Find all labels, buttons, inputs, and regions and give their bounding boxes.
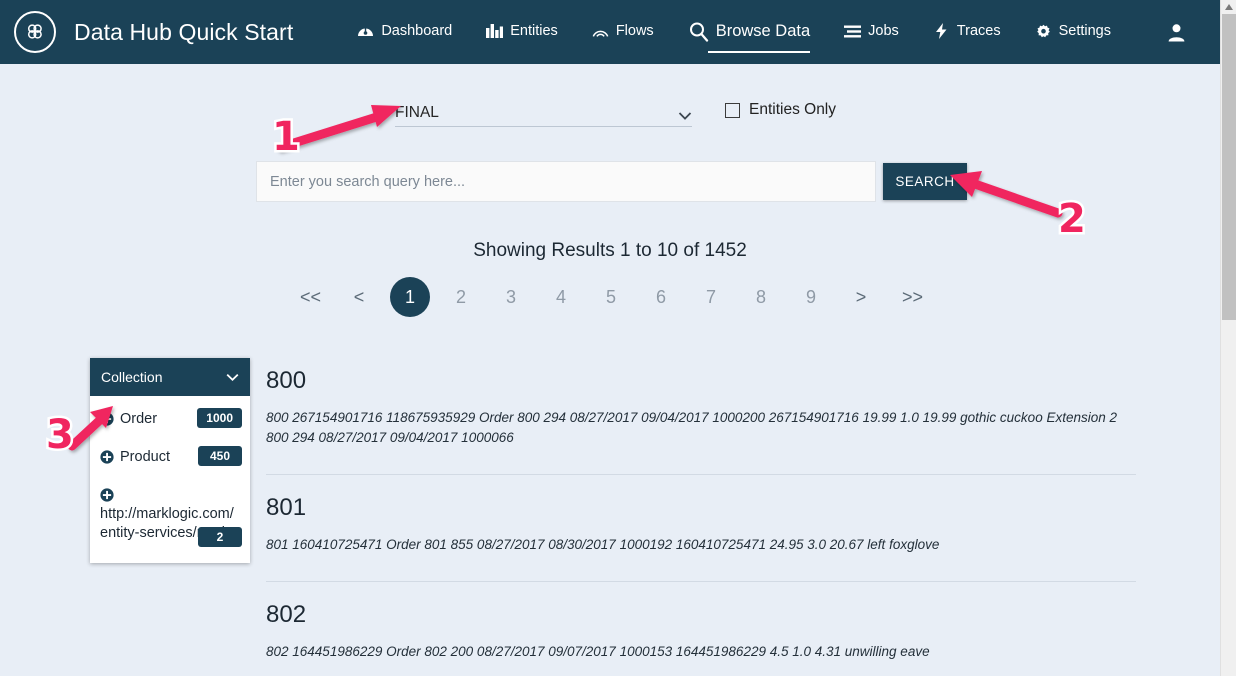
nav-label: Entities [510,23,558,39]
active-tab-underline [707,50,811,53]
top-navbar: Data Hub Quick Start Dashboard Entities … [0,0,1220,64]
facet-item-count: 450 [198,446,242,466]
entities-only-label: Entities Only [749,101,837,118]
result-snippet: 800 267154901716 118675935929 Order 800 … [266,410,1117,445]
pagination-page-3[interactable]: 3 [502,287,520,308]
facet-item-count: 2 [198,527,242,547]
traces-bolt-icon [933,23,950,40]
plus-circle-icon[interactable] [100,488,114,502]
annotation-label-1: 1 [270,114,303,160]
nav-label: Dashboard [381,23,453,39]
pagination-page-2[interactable]: 2 [452,287,470,308]
pagination-last[interactable]: >> [902,287,923,308]
nav-item-settings[interactable]: Settings [1035,23,1111,42]
result-item[interactable]: 800 800 267154901716 118675935929 Order … [266,366,1136,460]
pagination-next[interactable]: > [852,287,870,308]
entities-only-checkbox[interactable]: Entities Only [716,101,836,119]
result-title[interactable]: 801 [266,493,1136,523]
pagination-page-9[interactable]: 9 [802,287,820,308]
nav-item-flows[interactable]: Flows [592,23,654,42]
database-select-value: FINAL [395,103,439,121]
database-select[interactable]: FINAL [395,99,692,127]
facet-item-entity-services[interactable]: http://marklogic.com/entity-services/mod… [90,480,250,549]
search-results-list: 800 800 267154901716 118675935929 Order … [266,366,1136,674]
pagination-page-6[interactable]: 6 [652,287,670,308]
nav-item-jobs[interactable]: Jobs [844,23,899,42]
chevron-down-icon [678,108,692,120]
facet-item-list: Order 1000 Product 450 http://marklogic.… [90,396,250,563]
annotation-label-2: 2 [1056,196,1089,242]
showing-results-text: Showing Results 1 to 10 of 1452 [473,240,747,261]
pagination-page-5[interactable]: 5 [602,287,620,308]
nav-label: Browse Data [715,21,811,40]
caret-up-icon[interactable] [1221,0,1236,14]
app-title: Data Hub Quick Start [74,18,294,45]
facet-title: Collection [101,369,163,385]
marklogic-logo-icon[interactable] [14,11,56,53]
pagination: << < 1 2 3 4 5 6 7 8 9 > >> [0,277,1220,317]
nav-label: Traces [956,23,1001,39]
result-divider [266,581,1136,582]
dashboard-icon [357,23,374,40]
nav-label: Settings [1058,23,1111,39]
pagination-first[interactable]: << [300,287,321,308]
result-title[interactable]: 800 [266,366,1136,396]
nav-item-browse-data[interactable]: Browse Data [688,21,811,53]
result-snippet: 801 160410725471 Order 801 855 08/27/201… [266,537,940,552]
result-snippet: 802 164451986229 Order 802 200 08/27/201… [266,644,930,659]
nav-item-dashboard[interactable]: Dashboard [357,23,452,42]
flows-icon [592,23,609,40]
plus-circle-icon[interactable] [100,450,114,464]
pagination-prev[interactable]: < [350,287,368,308]
facet-item-label: Order [120,411,158,427]
pagination-page-7[interactable]: 7 [702,287,720,308]
facet-item-count: 1000 [197,408,242,428]
search-button[interactable]: SEARCH [883,163,967,200]
user-avatar-icon[interactable] [1167,23,1186,42]
jobs-icon [844,23,862,40]
annotation-label-3: 3 [44,412,77,458]
search-input[interactable] [256,161,876,202]
nav-item-list: Dashboard Entities Flows Browse Data Job… [357,21,1167,53]
search-icon [688,21,709,42]
pagination-page-4[interactable]: 4 [552,287,570,308]
nav-label: Jobs [868,23,899,39]
gear-icon [1035,23,1052,40]
facet-item-label: Product [120,449,170,465]
nav-item-entities[interactable]: Entities [486,23,558,42]
pagination-page-8[interactable]: 8 [752,287,770,308]
result-item[interactable]: 801 801 160410725471 Order 801 855 08/27… [266,493,1136,567]
plus-circle-icon[interactable] [100,412,114,426]
facet-item-order[interactable]: Order 1000 [90,404,250,442]
scrollbar-thumb[interactable] [1222,14,1236,320]
facet-header[interactable]: Collection [90,358,250,396]
checkbox-box[interactable] [725,102,740,118]
result-item[interactable]: 802 802 164451986229 Order 802 200 08/27… [266,600,1136,674]
result-title[interactable]: 802 [266,600,1136,630]
nav-label: Flows [615,23,654,39]
page-scrollbar[interactable] [1220,0,1236,676]
facet-item-product[interactable]: Product 450 [90,442,250,480]
entities-icon [486,23,504,40]
chevron-down-icon[interactable] [226,369,239,385]
nav-item-traces[interactable]: Traces [933,23,1001,42]
pagination-page-1[interactable]: 1 [390,277,430,317]
result-divider [266,474,1136,475]
collection-facet-panel: Collection Order 1000 Product 450 http:/… [90,358,250,563]
